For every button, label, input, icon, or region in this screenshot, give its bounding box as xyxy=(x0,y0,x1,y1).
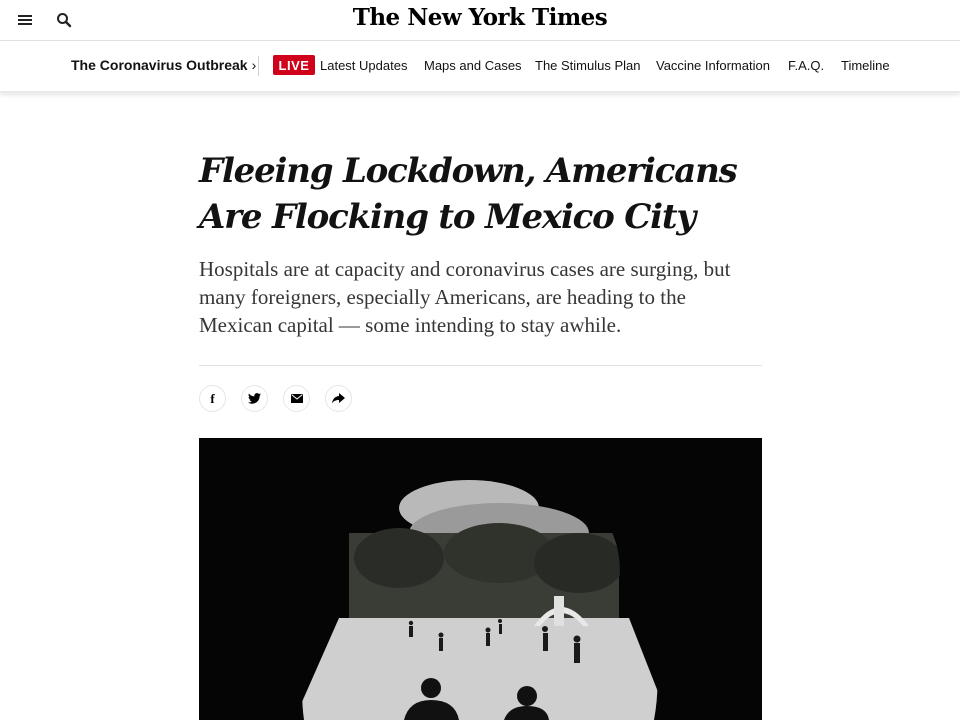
twitter-share-button[interactable] xyxy=(241,385,268,412)
nav-link-vaccine-information[interactable]: Vaccine Information xyxy=(656,58,770,73)
facebook-icon: f xyxy=(210,390,215,406)
facebook-share-button[interactable]: f xyxy=(199,385,226,412)
live-badge[interactable]: LIVE xyxy=(273,55,315,75)
nav-link-stimulus-plan[interactable]: The Stimulus Plan xyxy=(535,58,641,73)
nav-divider xyxy=(258,56,259,76)
email-icon xyxy=(290,394,303,403)
section-title: The Coronavirus Outbreak xyxy=(71,57,248,73)
section-title-link[interactable]: The Coronavirus Outbreak › xyxy=(71,57,256,73)
nav-link-faq[interactable]: F.A.Q. xyxy=(788,58,824,73)
nav-link-timeline[interactable]: Timeline xyxy=(841,58,890,73)
nav-link-maps-and-cases[interactable]: Maps and Cases xyxy=(424,58,522,73)
divider xyxy=(199,365,762,366)
nav-link-latest-updates[interactable]: Latest Updates xyxy=(320,58,407,73)
twitter-icon xyxy=(248,393,261,404)
coronavirus-subnav: The Coronavirus Outbreak › LIVE Latest Up… xyxy=(0,41,960,92)
chevron-right-icon: › xyxy=(251,57,257,73)
share-arrow-icon xyxy=(332,393,345,404)
lead-photo xyxy=(199,438,762,720)
article-summary: Hospitals are at capacity and coronaviru… xyxy=(199,257,731,337)
more-share-button[interactable] xyxy=(325,385,352,412)
article-headline: Fleeing Lockdown, Americans Are Flocking… xyxy=(199,151,738,237)
share-tools: f xyxy=(199,385,352,412)
nyt-logo[interactable]: The New York Times xyxy=(0,4,960,31)
lead-photo-illustration xyxy=(199,438,762,720)
masthead: The New York Times xyxy=(0,0,960,41)
email-share-button[interactable] xyxy=(283,385,310,412)
